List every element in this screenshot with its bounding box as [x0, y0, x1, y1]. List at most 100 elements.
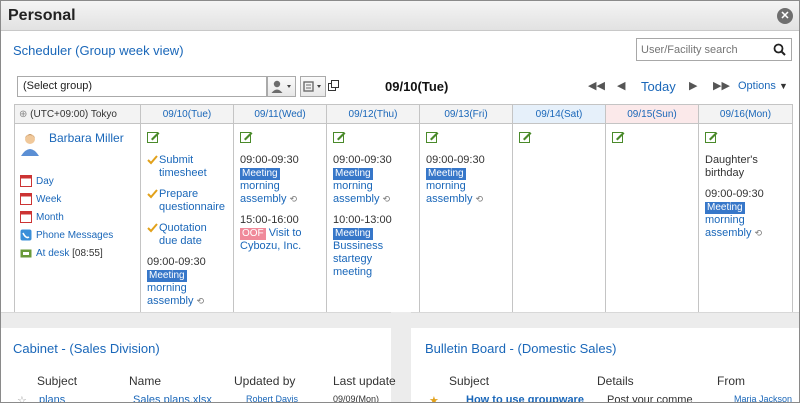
- chevron-down-icon[interactable]: ▼: [779, 81, 788, 91]
- bulletin-col-details[interactable]: Details: [597, 374, 634, 388]
- user-link-month[interactable]: Month: [20, 211, 135, 229]
- todo-item[interactable]: Prepare questionnaire: [147, 188, 227, 214]
- add-appointment-icon[interactable]: [612, 130, 692, 146]
- cabinet-row-subject[interactable]: plans: [39, 394, 65, 402]
- cell-sat[interactable]: [512, 123, 606, 323]
- prev-week-icon[interactable]: ◀◀: [588, 79, 605, 92]
- user-link-at-desk[interactable]: At desk [08:55]: [20, 247, 135, 265]
- bulletin-row-from[interactable]: Maria Jackson: [734, 394, 792, 402]
- user-week-row: Barbara Miller Day Week Month Phone Mess…: [14, 123, 793, 323]
- add-appointment-icon[interactable]: [426, 130, 506, 146]
- day-header-fri[interactable]: 09/13(Fri): [419, 104, 513, 124]
- cabinet-col-last-update[interactable]: Last update: [333, 374, 396, 388]
- appointment[interactable]: 10:00-13:00 Meeting Bussiness startegy m…: [333, 214, 413, 279]
- add-appointment-icon[interactable]: [519, 130, 599, 146]
- appointment[interactable]: 09:00-09:30 Meeting morning assembly ⟲: [705, 188, 786, 240]
- cell-mon[interactable]: Daughter's birthday 09:00-09:30 Meeting …: [698, 123, 793, 323]
- user-link-week-label[interactable]: Week: [36, 194, 61, 205]
- cell-thu[interactable]: 09:00-09:30 Meeting morning assembly ⟲ 1…: [326, 123, 420, 323]
- appointment-time: 09:00-09:30: [705, 188, 764, 200]
- user-link-month-label[interactable]: Month: [36, 212, 64, 223]
- user-link-day-label[interactable]: Day: [36, 176, 54, 187]
- appointment-title[interactable]: morning assembly: [147, 282, 193, 307]
- day-header-sun[interactable]: 09/15(Sun): [605, 104, 699, 124]
- user-link-phone-messages[interactable]: Phone Messages: [20, 229, 135, 247]
- appointment-time: 09:00-09:30: [240, 154, 299, 166]
- bulletin-col-subject[interactable]: Subject: [449, 374, 489, 388]
- cell-fri[interactable]: 09:00-09:30 Meeting morning assembly ⟲: [419, 123, 513, 323]
- day-header-tue[interactable]: 09/10(Tue): [140, 104, 234, 124]
- prev-day-icon[interactable]: ◀: [617, 79, 625, 92]
- day-header-thu[interactable]: 09/12(Thu): [326, 104, 420, 124]
- bulletin-row-details: Post your comme: [607, 394, 693, 403]
- day-header-mon[interactable]: 09/16(Mon): [698, 104, 793, 124]
- add-appointment-icon[interactable]: [705, 130, 786, 146]
- todo-item[interactable]: Quotation due date: [147, 222, 227, 248]
- timezone-label[interactable]: ⊕ (UTC+09:00) Tokyo: [14, 104, 141, 124]
- cabinet-title[interactable]: Cabinet - (Sales Division): [13, 341, 160, 356]
- cabinet-col-updated-by[interactable]: Updated by: [234, 374, 295, 388]
- cabinet-row-updated-by[interactable]: Robert Davis: [246, 394, 298, 402]
- next-day-icon[interactable]: ▶: [689, 79, 697, 92]
- new-window-icon[interactable]: [328, 80, 340, 95]
- user-picker-button[interactable]: [267, 76, 296, 97]
- appointment[interactable]: 09:00-09:30 Meeting morning assembly ⟲: [426, 154, 506, 206]
- repeat-icon: ⟲: [289, 194, 298, 204]
- cell-tue[interactable]: Submit timesheet Prepare questionnaire Q…: [140, 123, 234, 323]
- user-facility-search[interactable]: [636, 38, 792, 61]
- bulletin-col-from[interactable]: From: [717, 374, 745, 388]
- repeat-icon: ⟲: [754, 228, 763, 238]
- today-button[interactable]: Today: [641, 79, 676, 94]
- close-icon[interactable]: ✕: [777, 8, 793, 24]
- appointment[interactable]: 09:00-09:30 Meeting morning assembly ⟲: [333, 154, 413, 206]
- user-link-week[interactable]: Week: [20, 193, 135, 211]
- group-select[interactable]: (Select group): [17, 76, 267, 97]
- options-label[interactable]: Options: [738, 80, 776, 92]
- user-link-at-desk-label[interactable]: At desk: [36, 248, 69, 259]
- scheduler-title[interactable]: Scheduler (Group week view): [13, 43, 184, 58]
- bulletin-title[interactable]: Bulletin Board - (Domestic Sales): [425, 341, 616, 356]
- avatar: [20, 132, 40, 159]
- user-name[interactable]: Barbara Miller: [49, 131, 124, 145]
- add-appointment-icon[interactable]: [147, 130, 227, 146]
- todo-title[interactable]: Prepare questionnaire: [159, 188, 225, 213]
- cabinet-row-last-update: 09/09(Mon): [333, 394, 380, 403]
- appointment-title[interactable]: morning assembly: [426, 180, 472, 205]
- cell-wed[interactable]: 09:00-09:30 Meeting morning assembly ⟲ 1…: [233, 123, 327, 323]
- appointment-time: 09:00-09:30: [426, 154, 485, 166]
- day-header-wed[interactable]: 09/11(Wed): [233, 104, 327, 124]
- user-link-phone-label[interactable]: Phone Messages: [36, 230, 113, 241]
- day-header-sat[interactable]: 09/14(Sat): [512, 104, 606, 124]
- calendar-month-icon: [20, 211, 32, 228]
- facility-picker-button[interactable]: [300, 76, 326, 97]
- add-appointment-icon[interactable]: [333, 130, 413, 146]
- todo-item[interactable]: Submit timesheet: [147, 154, 227, 180]
- appointment-title[interactable]: morning assembly: [333, 180, 379, 205]
- timezone-text: (UTC+09:00) Tokyo: [30, 108, 117, 120]
- search-input[interactable]: [637, 39, 765, 60]
- add-appointment-icon[interactable]: [240, 130, 320, 146]
- appointment[interactable]: 09:00-09:30 Meeting morning assembly ⟲: [147, 256, 227, 308]
- appointment[interactable]: 15:00-16:00 OOF Visit to Cybozu, Inc.: [240, 214, 320, 253]
- day-header-row: ⊕ (UTC+09:00) Tokyo 09/10(Tue) 09/11(Wed…: [14, 104, 793, 124]
- appointment-title[interactable]: morning assembly: [705, 214, 751, 239]
- search-icon[interactable]: [773, 43, 786, 59]
- star-icon[interactable]: ☆: [17, 394, 27, 402]
- cabinet-row-name[interactable]: Sales plans.xlsx: [133, 394, 212, 402]
- appointment-title[interactable]: Bussiness startegy meeting: [333, 240, 383, 278]
- todo-title[interactable]: Submit timesheet: [159, 154, 207, 179]
- window-titlebar: Personal ✕: [1, 1, 799, 31]
- user-link-day[interactable]: Day: [20, 175, 135, 193]
- next-week-icon[interactable]: ▶▶: [713, 79, 730, 92]
- window-title: Personal: [8, 7, 76, 24]
- cabinet-col-name[interactable]: Name: [129, 374, 161, 388]
- bulletin-row-subject[interactable]: How to use groupware: [466, 394, 584, 402]
- todo-title[interactable]: Quotation due date: [159, 222, 207, 247]
- cell-sun[interactable]: [605, 123, 699, 323]
- options-menu[interactable]: Options ▼: [738, 80, 788, 92]
- todo-icon: [147, 222, 158, 237]
- appointment[interactable]: 09:00-09:30 Meeting morning assembly ⟲: [240, 154, 320, 206]
- appointment-title[interactable]: morning assembly: [240, 180, 286, 205]
- star-icon[interactable]: ★: [429, 394, 439, 402]
- cabinet-col-subject[interactable]: Subject: [37, 374, 77, 388]
